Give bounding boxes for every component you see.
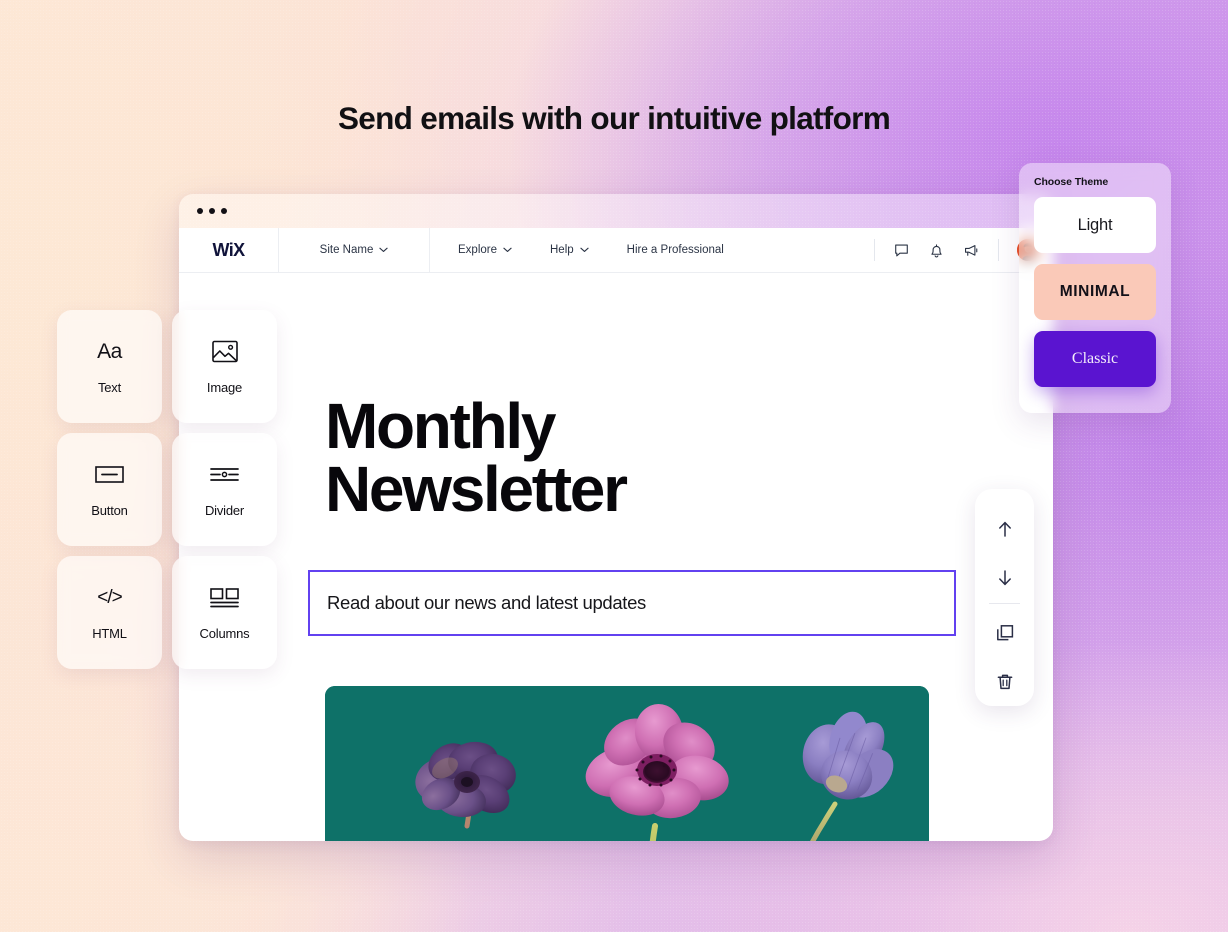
duplicate-icon bbox=[996, 625, 1013, 641]
palette-item-divider[interactable]: Divider bbox=[172, 433, 277, 546]
palette-item-columns[interactable]: Columns bbox=[172, 556, 277, 669]
editor-top-nav: WiX Site Name Explore Help Hire a Profes… bbox=[179, 228, 1053, 273]
html-code-icon: </> bbox=[97, 586, 123, 608]
trash-icon bbox=[997, 674, 1012, 689]
theme-panel-title: Choose Theme bbox=[1034, 176, 1109, 188]
hero-headline: Send emails with our intuitive platform bbox=[337, 100, 891, 136]
element-palette: Aa Text Image Button Divider </> HTML Co… bbox=[57, 310, 277, 669]
subtitle-text: Read about our news and latest updates bbox=[327, 592, 646, 613]
window-dots-icon[interactable] bbox=[197, 208, 227, 214]
site-name-selector[interactable]: Site Name bbox=[279, 228, 430, 272]
palette-item-label: Button bbox=[91, 502, 128, 518]
bell-icon[interactable] bbox=[928, 242, 945, 259]
nav-item-explore[interactable]: Explore bbox=[458, 244, 512, 256]
palette-item-image[interactable]: Image bbox=[172, 310, 277, 423]
window-dot bbox=[209, 208, 215, 214]
palette-item-label: Text bbox=[97, 379, 122, 395]
anemone-flowers-photo[interactable] bbox=[325, 686, 929, 841]
palette-item-label: Divider bbox=[204, 502, 245, 518]
nav-divider bbox=[874, 239, 875, 261]
choose-theme-panel: Choose Theme Light MINIMAL Classic bbox=[1019, 163, 1171, 413]
editor-canvas: Monthly Newsletter Read about our news a… bbox=[179, 273, 1053, 841]
image-icon bbox=[210, 339, 240, 365]
move-down-button[interactable] bbox=[975, 554, 1034, 603]
megaphone-icon[interactable] bbox=[963, 242, 980, 259]
text-aa-icon: Aa bbox=[97, 339, 122, 363]
wix-logo-text: WiX bbox=[212, 239, 245, 260]
nav-item-label: Hire a Professional bbox=[626, 244, 724, 256]
nav-item-hire-a-professional[interactable]: Hire a Professional bbox=[627, 244, 724, 256]
palette-item-text[interactable]: Aa Text bbox=[57, 310, 162, 423]
newsletter-title[interactable]: Monthly Newsletter bbox=[325, 394, 845, 522]
chat-bubble-icon[interactable] bbox=[893, 242, 910, 259]
nav-divider bbox=[998, 239, 999, 261]
window-dot bbox=[197, 208, 203, 214]
element-actions-toolbar bbox=[975, 489, 1034, 706]
delete-button[interactable] bbox=[975, 658, 1034, 707]
palette-item-button[interactable]: Button bbox=[57, 433, 162, 546]
editor-window: WiX Site Name Explore Help Hire a Profes… bbox=[179, 194, 1053, 841]
nav-item-label: Explore bbox=[458, 244, 497, 256]
theme-option-minimal[interactable]: MINIMAL bbox=[1034, 264, 1156, 320]
move-up-button[interactable] bbox=[975, 505, 1034, 554]
button-icon bbox=[95, 462, 125, 488]
arrow-up-icon bbox=[998, 522, 1011, 537]
palette-item-label: HTML bbox=[92, 625, 127, 641]
wix-logo[interactable]: WiX bbox=[179, 228, 279, 272]
window-titlebar bbox=[179, 194, 1053, 228]
theme-option-classic[interactable]: Classic bbox=[1034, 331, 1156, 387]
site-name-label: Site Name bbox=[319, 244, 374, 256]
theme-option-light[interactable]: Light bbox=[1034, 197, 1156, 253]
window-dot bbox=[221, 208, 227, 214]
chevron-down-icon bbox=[503, 247, 512, 252]
nav-links: Explore Help Hire a Professional bbox=[430, 244, 724, 256]
subtitle-text-element[interactable]: Read about our news and latest updates bbox=[308, 570, 956, 636]
columns-icon bbox=[210, 585, 240, 611]
chevron-down-icon bbox=[580, 247, 589, 252]
divider-icon bbox=[210, 462, 240, 488]
arrow-down-icon bbox=[998, 570, 1011, 585]
duplicate-button[interactable] bbox=[975, 609, 1034, 658]
palette-item-html[interactable]: </> HTML bbox=[57, 556, 162, 669]
toolbar-divider bbox=[989, 603, 1020, 604]
palette-item-label: Columns bbox=[199, 625, 250, 641]
nav-item-label: Help bbox=[550, 244, 574, 256]
nav-item-help[interactable]: Help bbox=[550, 244, 589, 256]
chevron-down-icon bbox=[379, 247, 388, 252]
palette-item-label: Image bbox=[206, 379, 243, 395]
